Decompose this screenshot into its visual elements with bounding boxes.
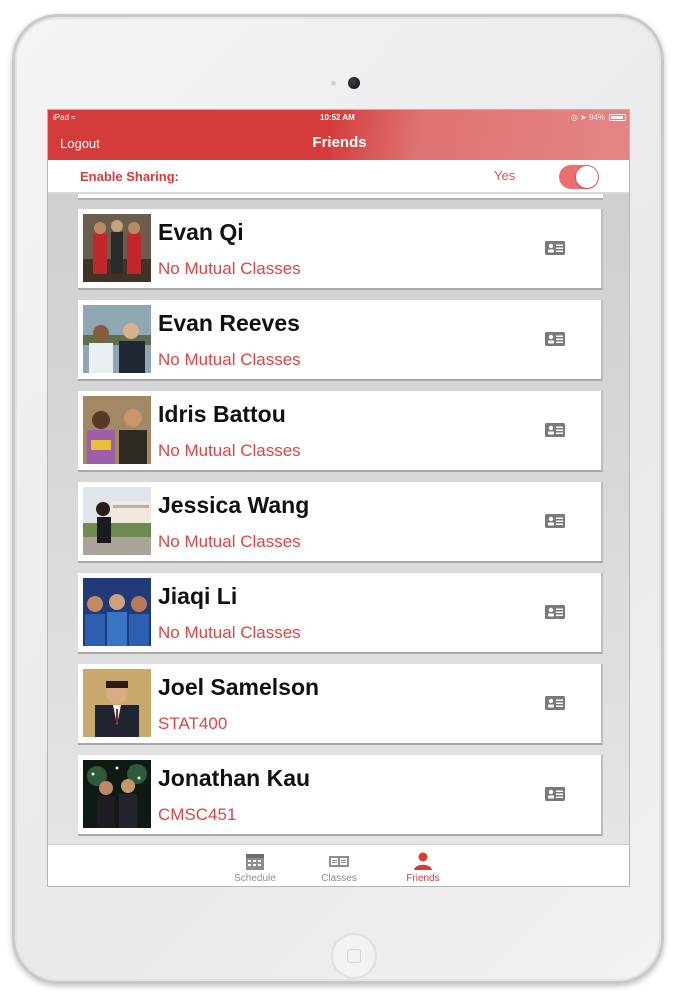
sharing-bar: Enable Sharing: Yes <box>48 160 629 193</box>
contact-card-icon[interactable] <box>545 605 565 619</box>
friend-name: Jonathan Kau <box>158 765 311 791</box>
friend-mutual-classes: STAT400 <box>158 714 228 733</box>
battery-percent: ◎ ➤ 94% <box>570 113 605 122</box>
friend-row[interactable]: Jiaqi Li No Mutual Classes <box>78 573 603 654</box>
friend-mutual-classes: No Mutual Classes <box>158 441 301 460</box>
contact-card-icon[interactable] <box>545 514 565 528</box>
contact-card-icon[interactable] <box>545 423 565 437</box>
toggle-knob <box>576 166 598 188</box>
home-button-square-icon <box>347 949 361 963</box>
contact-card-icon[interactable] <box>545 241 565 255</box>
friend-mutual-classes: No Mutual Classes <box>158 623 301 642</box>
front-camera <box>348 77 360 89</box>
contact-card-icon[interactable] <box>545 787 565 801</box>
classes-icon <box>329 856 349 867</box>
enable-sharing-label: Enable Sharing: <box>80 169 179 184</box>
friend-name: Jessica Wang <box>158 492 310 518</box>
friend-row[interactable]: Joel Samelson STAT400 <box>78 664 603 745</box>
tab-bar: Schedule Classes Friends <box>48 844 629 886</box>
friend-avatar <box>83 214 151 282</box>
friend-name: Evan Reeves <box>158 310 300 336</box>
friend-avatar <box>83 487 151 555</box>
friend-avatar <box>83 305 151 373</box>
friend-mutual-classes: No Mutual Classes <box>158 259 301 278</box>
friend-avatar <box>83 396 151 464</box>
status-bar: iPad ≈ 10:52 AM ◎ ➤ 94% <box>48 110 629 124</box>
calendar-icon <box>246 854 264 870</box>
friend-name: Idris Battou <box>158 401 286 427</box>
friend-mutual-classes: No Mutual Classes <box>158 350 301 369</box>
sharing-toggle[interactable] <box>559 165 599 189</box>
battery-icon <box>609 114 626 121</box>
tab-friends[interactable]: Friends <box>383 845 463 886</box>
friend-row[interactable]: Evan Qi No Mutual Classes <box>78 209 603 290</box>
app-screen: iPad ≈ 10:52 AM ◎ ➤ 94% Logout Friends E… <box>47 109 630 887</box>
friend-row[interactable]: Jessica Wang No Mutual Classes <box>78 482 603 563</box>
friend-mutual-classes: CMSC451 <box>158 805 237 824</box>
friend-avatar <box>83 578 151 646</box>
friend-name: Jiaqi Li <box>158 583 238 609</box>
friend-list-area[interactable]: Evan Qi No Mutual Classes Evan Reeves No… <box>48 194 629 846</box>
friend-name: Joel Samelson <box>158 674 320 700</box>
friend-avatar <box>83 760 151 828</box>
contact-card-icon[interactable] <box>545 332 565 346</box>
nav-header: iPad ≈ 10:52 AM ◎ ➤ 94% Logout Friends <box>48 110 629 160</box>
friend-list: Evan Qi No Mutual Classes Evan Reeves No… <box>78 209 603 846</box>
tab-classes[interactable]: Classes <box>299 845 379 886</box>
tab-schedule-label: Schedule <box>234 873 276 884</box>
friend-row[interactable]: Jonathan Kau CMSC451 <box>78 755 603 836</box>
home-button[interactable] <box>331 933 377 979</box>
tab-schedule[interactable]: Schedule <box>215 845 295 886</box>
friend-row[interactable]: Idris Battou No Mutual Classes <box>78 391 603 472</box>
carrier-label: iPad ≈ <box>53 113 76 122</box>
tab-classes-label: Classes <box>321 873 357 884</box>
friend-mutual-classes: No Mutual Classes <box>158 532 301 551</box>
contact-card-icon[interactable] <box>545 696 565 710</box>
sharing-value: Yes <box>494 168 516 183</box>
friend-name: Evan Qi <box>158 219 244 245</box>
friend-avatar <box>83 669 151 737</box>
tab-friends-label: Friends <box>406 873 440 884</box>
friend-row[interactable]: Evan Reeves No Mutual Classes <box>78 300 603 381</box>
page-title: Friends <box>312 134 367 151</box>
front-sensor <box>331 81 336 86</box>
list-card-partial <box>78 194 603 200</box>
person-icon <box>414 852 432 870</box>
status-time: 10:52 AM <box>320 113 355 122</box>
